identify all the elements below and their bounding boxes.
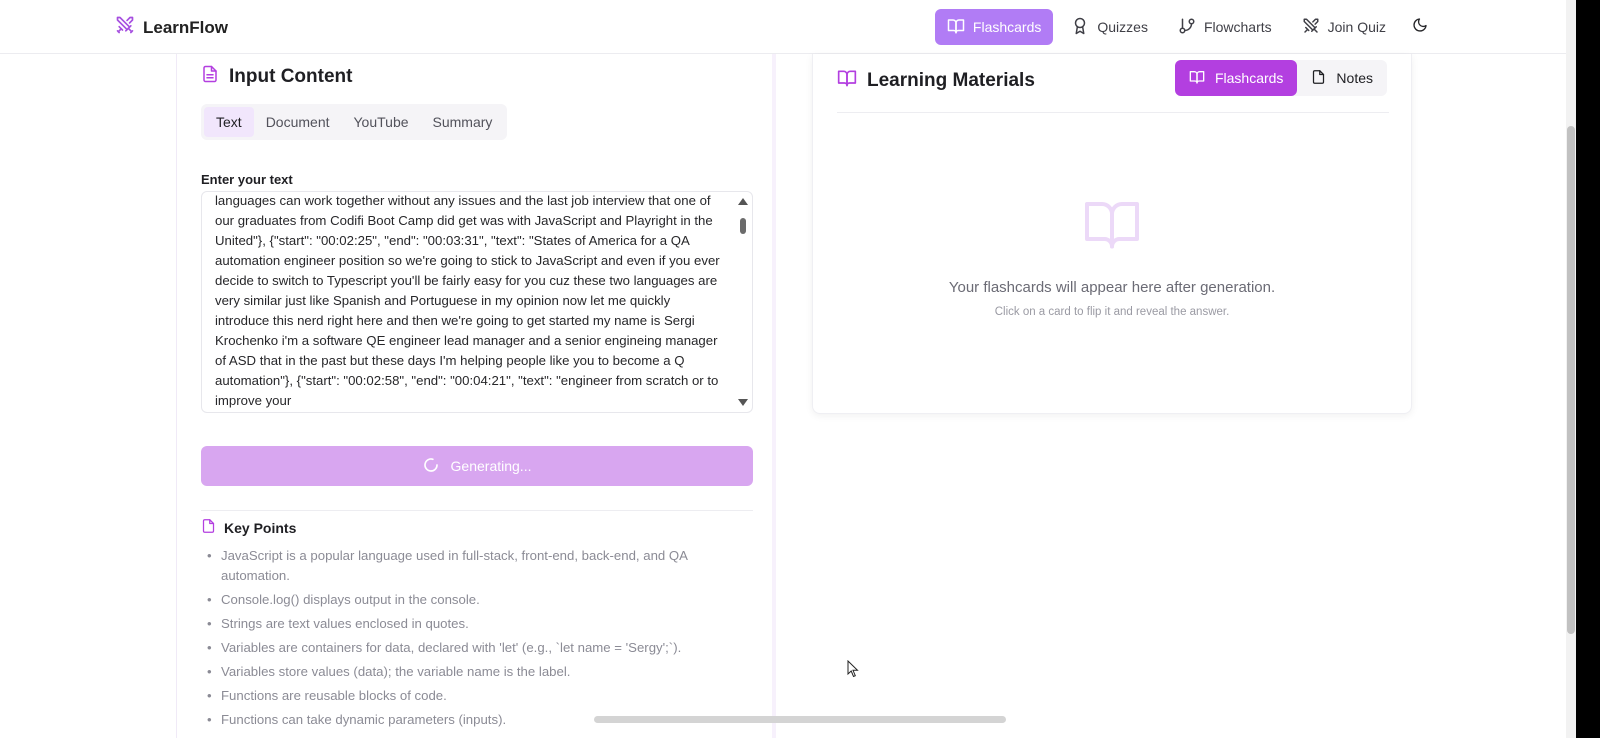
text-field-label: Enter your text — [201, 172, 293, 187]
theme-toggle-button[interactable] — [1404, 9, 1436, 45]
nav-label: Flashcards — [972, 19, 1042, 35]
scroll-thumb[interactable] — [1567, 126, 1575, 634]
swords-icon — [1302, 17, 1320, 38]
app-name: LearnFlow — [143, 17, 229, 37]
nav-label: Flowcharts — [1203, 19, 1272, 35]
list-item: Functions are reusable blocks of code. — [205, 686, 725, 706]
main-nav: Flashcards Quizzes Flowcharts Join Quiz — [934, 9, 1436, 45]
list-item: Variables are containers for data, decla… — [205, 638, 725, 658]
materials-panel-title: Learning Materials — [837, 68, 1035, 94]
book-open-icon — [947, 17, 965, 38]
text-input-area[interactable]: languages can work together without any … — [201, 191, 753, 413]
generate-label: Generating... — [450, 458, 532, 474]
toggle-label: Notes — [1336, 70, 1373, 86]
tab-document[interactable]: Document — [254, 107, 342, 137]
spinner-icon — [423, 457, 439, 476]
nav-join-quiz[interactable]: Join Quiz — [1290, 9, 1398, 45]
nav-label: Quizzes — [1097, 19, 1148, 35]
input-content-panel: Input Content Text Document YouTube Summ… — [176, 54, 776, 738]
horizontal-scrollbar-thumb[interactable] — [594, 716, 1006, 723]
input-panel-title: Input Content — [201, 64, 352, 90]
swords-logo-icon — [115, 15, 135, 40]
list-item: Strings are text values enclosed in quot… — [205, 614, 725, 634]
file-text-icon — [201, 64, 219, 90]
top-navbar: LearnFlow Flashcards Quizzes Flowcharts — [0, 0, 1566, 54]
file-icon — [1311, 69, 1326, 88]
tab-summary[interactable]: Summary — [421, 107, 505, 137]
key-points-title: Key Points — [224, 519, 297, 536]
page-vertical-scrollbar[interactable] — [1566, 0, 1600, 738]
textarea-scrollbar[interactable] — [734, 192, 752, 412]
list-item: Console.log() displays output in the con… — [205, 590, 725, 610]
app-viewport: LearnFlow Flashcards Quizzes Flowcharts — [0, 0, 1566, 738]
book-open-icon — [1189, 69, 1205, 88]
nav-quizzes[interactable]: Quizzes — [1059, 9, 1160, 45]
key-points-heading: Key Points — [201, 518, 296, 537]
git-branch-icon — [1178, 17, 1196, 38]
materials-view-toggle: Flashcards Notes — [1174, 60, 1387, 96]
page-title: Input Content — [229, 66, 353, 87]
toggle-notes[interactable]: Notes — [1297, 60, 1387, 96]
list-item: Variables store values (data); the varia… — [205, 662, 725, 682]
tab-text[interactable]: Text — [204, 107, 254, 137]
logo[interactable]: LearnFlow — [115, 15, 228, 40]
tab-youtube[interactable]: YouTube — [342, 107, 421, 137]
nav-flashcards[interactable]: Flashcards — [934, 9, 1054, 45]
toggle-label: Flashcards — [1214, 70, 1284, 86]
textarea-scroll-thumb[interactable] — [740, 218, 746, 234]
empty-book-icon — [1076, 194, 1148, 259]
input-tabs: Text Document YouTube Summary — [201, 104, 508, 140]
key-points-list: JavaScript is a popular language used in… — [205, 546, 725, 734]
nav-flowcharts[interactable]: Flowcharts — [1166, 9, 1284, 45]
text-input-value[interactable]: languages can work together without any … — [215, 192, 728, 411]
scroll-track[interactable] — [1566, 0, 1576, 738]
file-icon — [201, 518, 216, 537]
mouse-cursor-icon — [847, 659, 859, 683]
materials-divider — [837, 112, 1389, 113]
scroll-down-arrow-icon[interactable] — [738, 399, 748, 406]
generate-button[interactable]: Generating... — [201, 446, 753, 486]
moon-icon — [1412, 17, 1428, 38]
scroll-up-arrow-icon[interactable] — [738, 198, 748, 205]
learning-materials-panel: Learning Materials Flashcards Notes Your… — [812, 54, 1412, 414]
section-divider — [201, 510, 753, 511]
toggle-flashcards[interactable]: Flashcards — [1174, 60, 1298, 96]
empty-state-subtitle: Click on a card to flip it and reveal th… — [994, 306, 1230, 318]
list-item: JavaScript is a popular language used in… — [205, 546, 725, 586]
section-title: Learning Materials — [867, 70, 1035, 91]
book-open-icon — [837, 68, 857, 94]
nav-label: Join Quiz — [1327, 19, 1386, 35]
empty-state-title: Your flashcards will appear here after g… — [948, 279, 1276, 296]
award-icon — [1071, 17, 1089, 38]
